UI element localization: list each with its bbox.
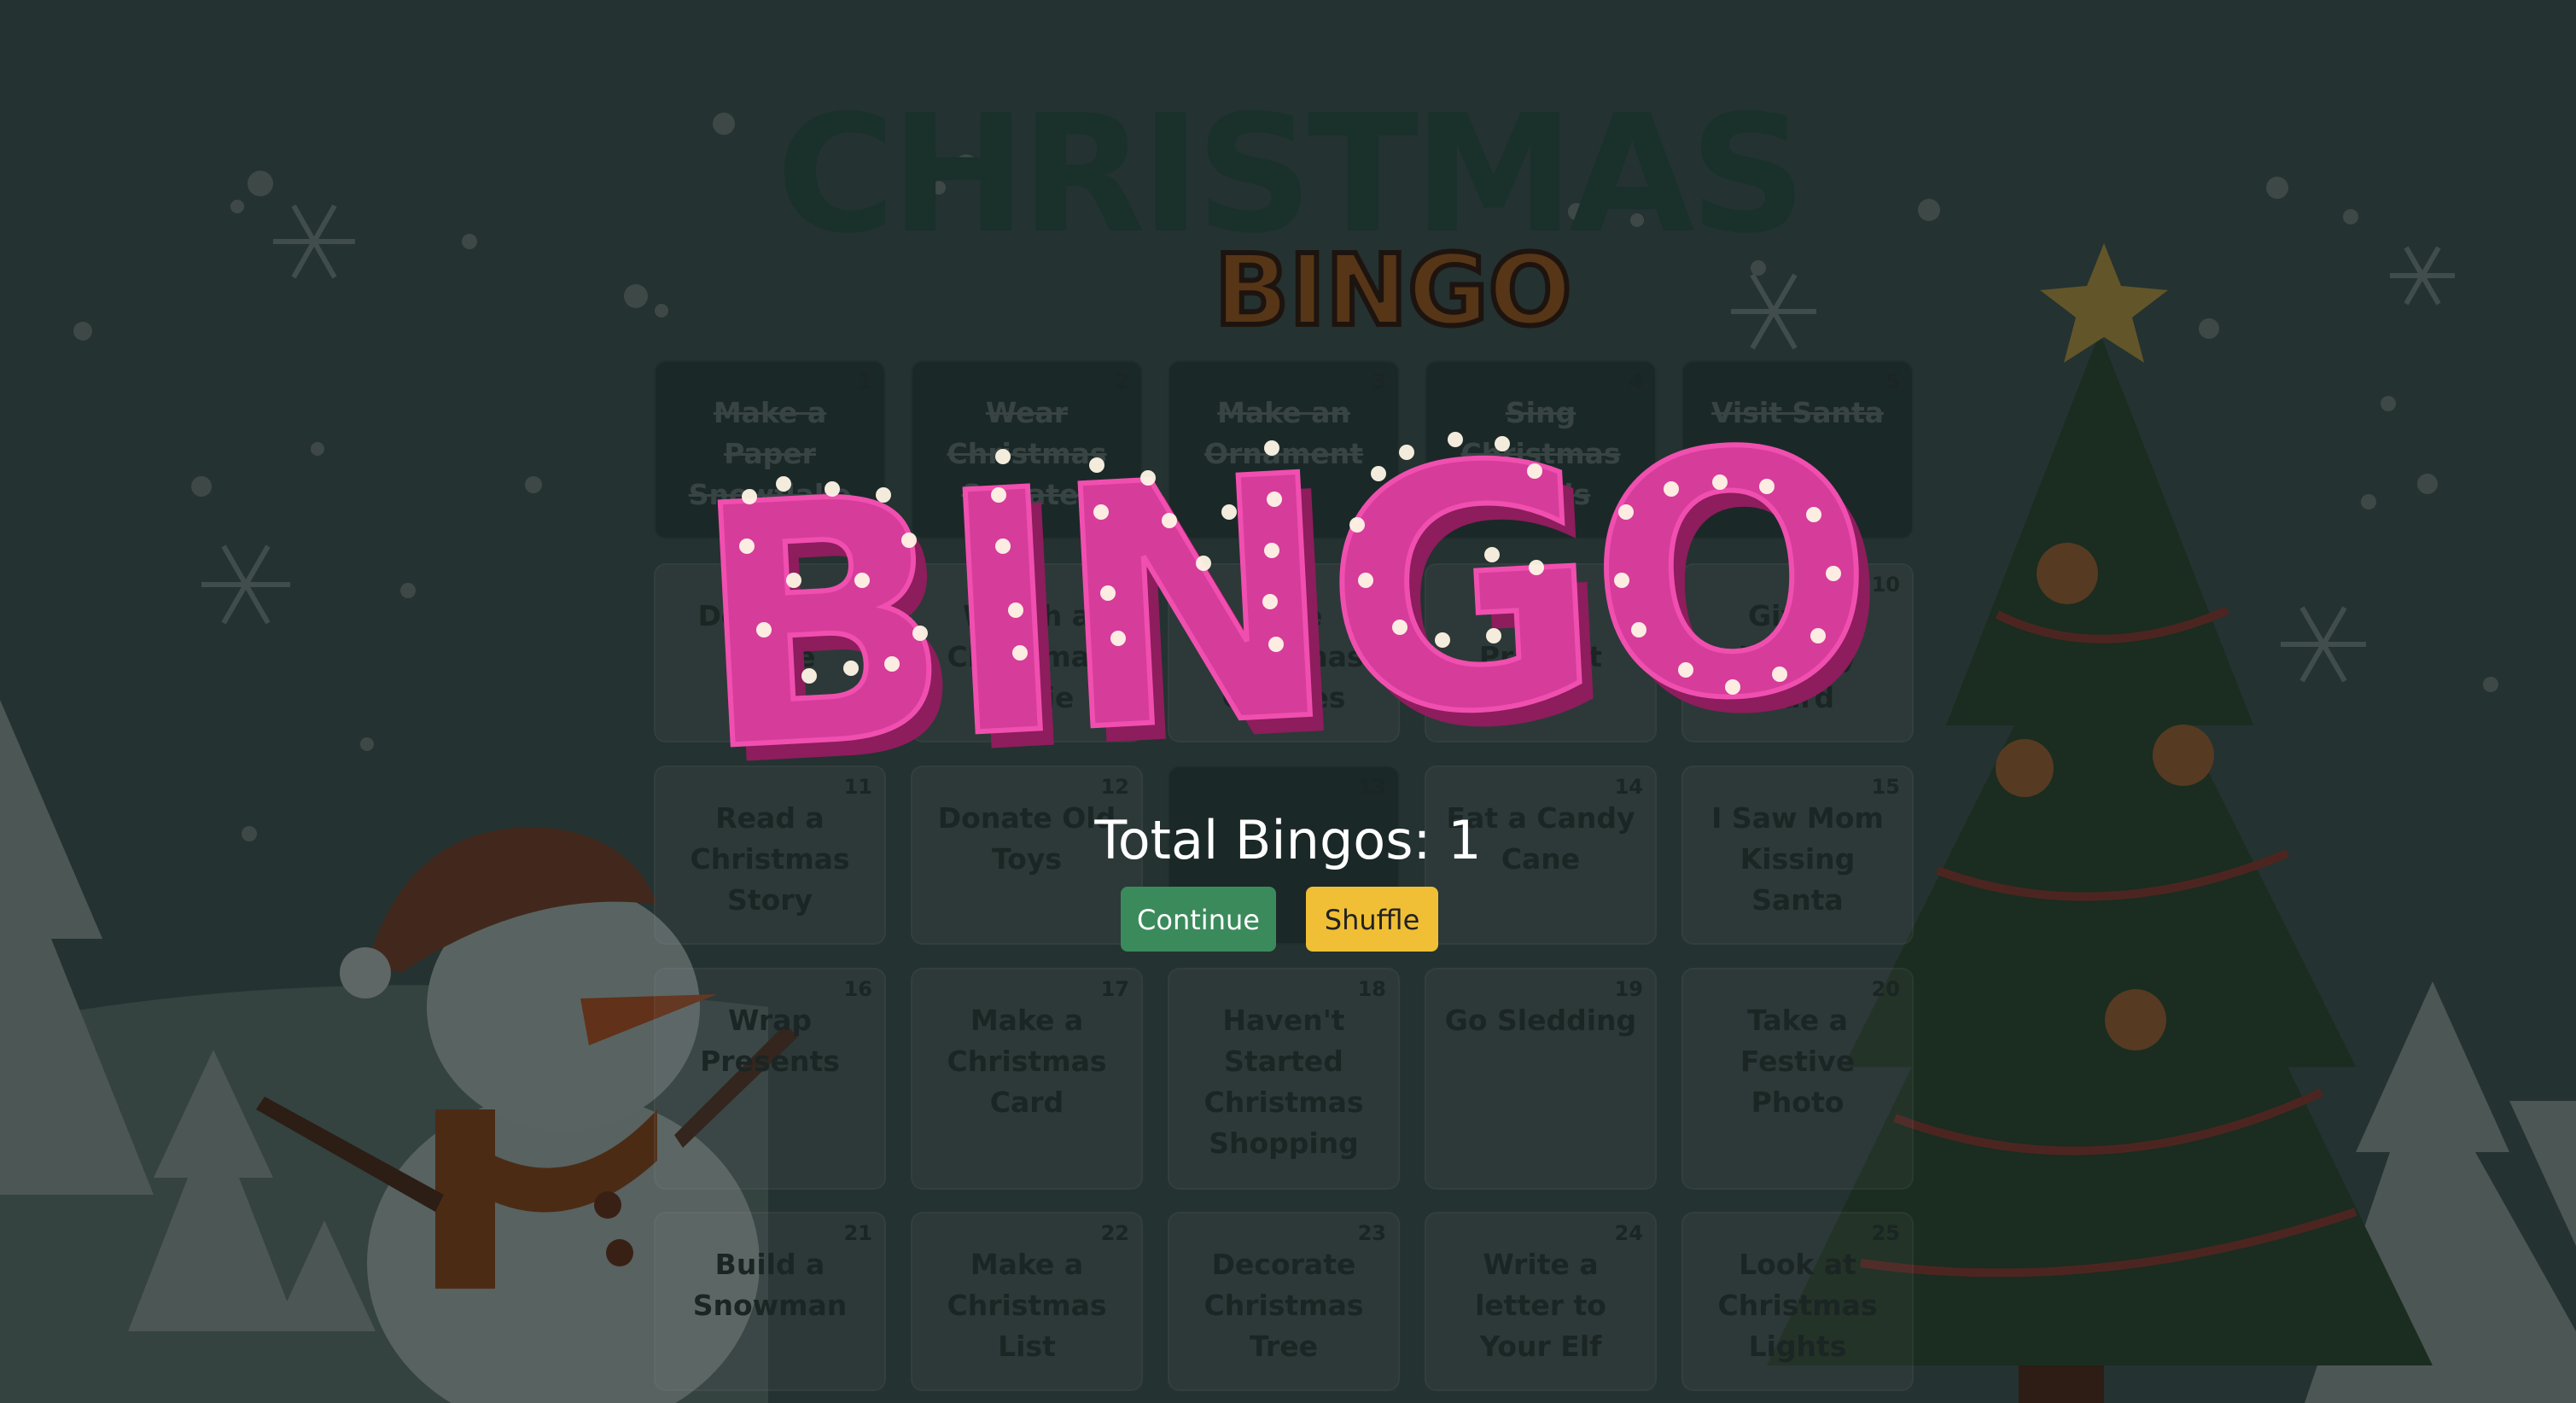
banner-text: BINGO: [686, 376, 1874, 824]
continue-button[interactable]: Continue: [1121, 887, 1276, 952]
shuffle-button[interactable]: Shuffle: [1306, 887, 1438, 952]
bingo-popup: BINGO BINGO Total Bingos: 1 Continue Shu…: [0, 0, 2576, 1403]
total-bingos: Total Bingos: 1: [1094, 809, 1482, 871]
bingo-banner: BINGO BINGO: [684, 374, 1888, 841]
